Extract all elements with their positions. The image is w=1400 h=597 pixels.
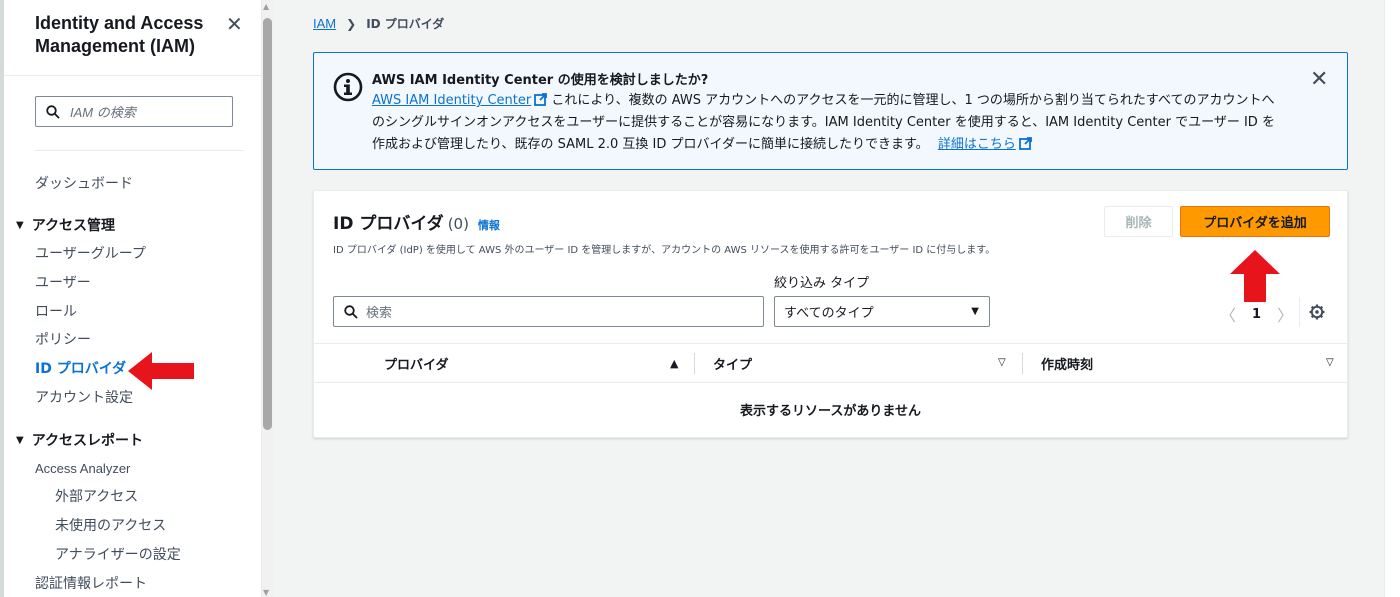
sidebar-item-dashboard[interactable]: ダッシュボード xyxy=(35,175,133,193)
search-icon xyxy=(344,304,358,319)
sidebar-divider xyxy=(35,150,244,151)
sidebar-search-input[interactable]: IAM の検索 xyxy=(35,96,233,127)
panel-title: ID プロバイダ xyxy=(333,214,444,234)
column-separator xyxy=(1022,353,1023,374)
delete-button[interactable]: 削除 xyxy=(1104,206,1173,237)
info-alert: AWS IAM Identity Center の使用を検討しましたか? AWS… xyxy=(313,52,1348,170)
info-link[interactable]: 情報 xyxy=(478,217,500,233)
sidebar-search-placeholder: IAM の検索 xyxy=(70,105,136,120)
sidebar-title-line2: Management (IAM) xyxy=(35,36,196,56)
sort-icon[interactable]: ▽ xyxy=(998,357,1006,368)
sidebar-item-analyzer-settings[interactable]: アナライザーの設定 xyxy=(55,546,181,564)
sidebar: Identity and Access Management (IAM) ✕ I… xyxy=(0,0,262,597)
sidebar-divider xyxy=(4,75,261,76)
sidebar-item-users[interactable]: ユーザー xyxy=(35,274,91,292)
panel-description: ID プロバイダ (IdP) を使用して AWS 外のユーザー ID を管理しま… xyxy=(333,245,996,256)
learn-more-link[interactable]: 詳細はこちら xyxy=(938,137,1016,152)
identity-providers-panel: ID プロバイダ (0) 情報 ID プロバイダ (IdP) を使用して AWS… xyxy=(313,190,1348,438)
breadcrumb-link-iam[interactable]: IAM xyxy=(313,16,336,31)
sidebar-section-access-management[interactable]: ▼ アクセス管理 xyxy=(16,215,115,235)
sidebar-item-user-groups[interactable]: ユーザーグループ xyxy=(35,245,146,263)
type-filter-value: すべてのタイプ xyxy=(784,306,874,321)
caret-down-icon: ▼ xyxy=(16,219,24,231)
alert-close-icon[interactable]: ✕ xyxy=(1310,67,1328,92)
red-arrow-left-icon xyxy=(128,352,194,390)
sort-icon[interactable]: ▽ xyxy=(1326,357,1334,368)
sidebar-item-credential-report[interactable]: 認証情報レポート xyxy=(35,575,147,593)
divider xyxy=(1299,297,1300,327)
add-provider-button[interactable]: プロバイダを追加 xyxy=(1180,206,1330,237)
column-header-provider[interactable]: プロバイダ xyxy=(384,354,448,373)
column-header-type[interactable]: タイプ xyxy=(713,354,752,373)
sidebar-section-label: アクセス管理 xyxy=(31,218,116,234)
sidebar-header: Identity and Access Management (IAM) xyxy=(35,12,235,58)
column-header-created[interactable]: 作成時刻 xyxy=(1041,354,1093,373)
alert-title: AWS IAM Identity Center の使用を検討しましたか? xyxy=(372,73,709,88)
sidebar-item-roles[interactable]: ロール xyxy=(35,303,77,321)
sort-ascending-icon[interactable]: ▲ xyxy=(670,357,678,370)
panel-count: (0) xyxy=(447,215,469,233)
gear-icon[interactable] xyxy=(1309,304,1325,320)
caret-down-icon: ▼ xyxy=(16,434,24,446)
alert-body-line1: これにより、複数の AWS アカウントへのアクセスを一元的に管理し、1 つの場所… xyxy=(547,93,1275,108)
provider-search-input[interactable]: 検索 xyxy=(333,296,764,327)
sidebar-item-policies[interactable]: ポリシー xyxy=(35,331,91,349)
search-icon xyxy=(46,104,60,119)
caret-down-icon: ▼ xyxy=(971,306,979,317)
sidebar-section-access-reports[interactable]: ▼ アクセスレポート xyxy=(16,430,143,450)
page-number[interactable]: 1 xyxy=(1252,307,1261,322)
info-icon xyxy=(333,72,363,102)
sidebar-item-external-access[interactable]: 外部アクセス xyxy=(55,488,138,506)
alert-body: AWS IAM Identity Center これにより、複数の AWS アカ… xyxy=(372,90,1302,156)
scroll-up-icon[interactable]: ▲ xyxy=(263,2,269,11)
pagination: 〈 1 〉 xyxy=(1220,302,1293,326)
alert-body-line3: 作成および管理したり、既存の SAML 2.0 互換 ID プロバイダーに簡単に… xyxy=(372,137,929,152)
filter-type-label: 絞り込み タイプ xyxy=(774,276,870,291)
column-separator xyxy=(694,353,695,374)
external-link-icon xyxy=(1018,137,1032,150)
chevron-left-icon[interactable]: 〈 xyxy=(1220,302,1236,326)
sidebar-scrollbar-thumb[interactable] xyxy=(263,18,272,430)
sidebar-title-line1: Identity and Access xyxy=(35,13,204,33)
breadcrumb: IAM ❯ ID プロバイダ xyxy=(313,15,444,32)
right-panel-edge xyxy=(1384,0,1400,597)
sidebar-item-account-settings[interactable]: アカウント設定 xyxy=(35,389,133,407)
sidebar-section-label: アクセスレポート xyxy=(31,433,144,449)
chevron-right-icon: ❯ xyxy=(346,16,357,31)
scroll-down-icon[interactable]: ▼ xyxy=(263,588,269,597)
breadcrumb-current: ID プロバイダ xyxy=(366,17,445,31)
sidebar-item-unused-access[interactable]: 未使用のアクセス xyxy=(55,517,166,535)
table-header-row: プロバイダ ▲ タイプ ▽ 作成時刻 ▽ xyxy=(314,343,1347,383)
panel-header: ID プロバイダ (0) 情報 xyxy=(333,209,500,234)
sidebar-close-icon[interactable]: ✕ xyxy=(226,14,243,34)
empty-table-message: 表示するリソースがありません xyxy=(740,404,921,419)
external-link-icon xyxy=(534,93,548,106)
provider-search-placeholder: 検索 xyxy=(366,306,393,321)
red-arrow-up-icon xyxy=(1230,250,1280,302)
alert-body-line2: のシングルサインオンアクセスをユーザーに提供することが容易になります。IAM I… xyxy=(372,115,1275,130)
sidebar-item-access-analyzer[interactable]: Access Analyzer xyxy=(35,460,130,478)
identity-center-link[interactable]: AWS IAM Identity Center xyxy=(372,93,531,108)
chevron-right-icon[interactable]: 〉 xyxy=(1277,302,1293,326)
type-filter-select[interactable]: すべてのタイプ ▼ xyxy=(774,296,990,327)
sidebar-item-identity-providers[interactable]: ID プロバイダ xyxy=(35,360,126,378)
